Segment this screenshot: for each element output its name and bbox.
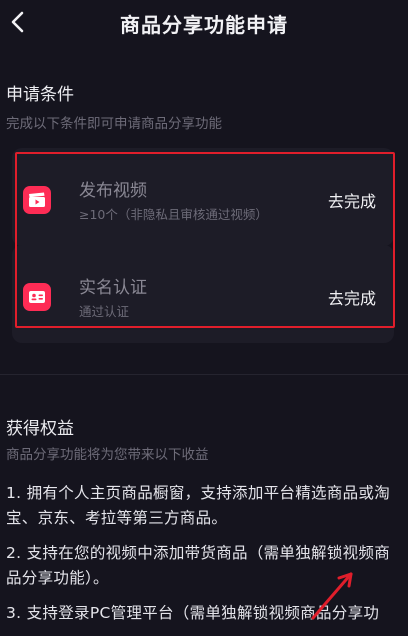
list-item: 1. 拥有个人主页商品橱窗，支持添加平台精选商品或淘宝、京东、考拉等第三方商品。 xyxy=(6,484,391,527)
conditions-title: 申请条件 xyxy=(6,85,74,105)
benefits-subtitle: 商品分享功能将为您带来以下收益 xyxy=(6,447,209,463)
page-title: 商品分享功能申请 xyxy=(120,13,288,37)
section-divider xyxy=(0,374,408,375)
conditions-subtitle: 完成以下条件即可申请商品分享功能 xyxy=(6,116,222,132)
highlight-box xyxy=(15,152,395,328)
arrow-annotation-icon xyxy=(311,572,353,620)
benefits-title: 获得权益 xyxy=(6,419,74,439)
top-bar: 商品分享功能申请 xyxy=(0,0,408,46)
